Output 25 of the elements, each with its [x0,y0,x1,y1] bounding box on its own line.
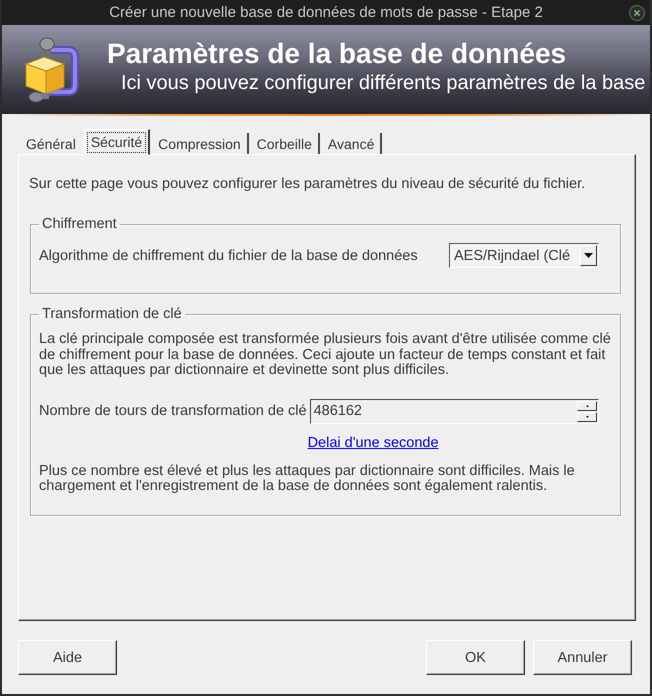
field-label: Nombre de tours de transformation de clé [39,403,307,419]
tab[interactable]: Compression [150,133,249,154]
tab[interactable]: Sécurité [84,129,150,155]
header-title: Paramètres de la base de données [107,38,568,70]
note-text: Plus ce nombre est élevé et plus les attaques par dictionnaire sont difficiles. Mais le chargement et l'enregistrement de la base de données sont également ralentis. [39,464,576,494]
delay-link[interactable]: Delai d'une seconde [308,434,439,450]
tab[interactable]: Avancé [320,133,382,154]
header-subtitle: Ici vous pouvez configurer différents paramètres de la base [121,71,646,95]
tab[interactable]: Général [18,133,84,154]
dialog-button[interactable]: Aide [18,640,117,675]
caret-icon[interactable] [580,245,597,266]
spin-up-icon[interactable] [577,400,597,410]
rounds-spinbox[interactable]: 486162 [310,398,599,424]
tab[interactable]: Corbeille [248,133,320,154]
field-label: Algorithme de chiffrement du fichier de la base de données [39,248,418,264]
close-icon[interactable] [629,4,645,20]
group-title: Chiffrement [41,216,118,232]
intro-text: Sur cette page vous pouvez configurer les paramètres du niveau de sécurité du fichier. [29,176,586,192]
dialog-button[interactable]: OK [426,640,525,675]
window-title: Créer une nouvelle base de données de mots de passe - Etape 2 [109,4,543,21]
spin-down-icon[interactable] [577,412,597,422]
dialog-button[interactable]: Annuler [533,640,632,675]
algorithm-dropdown[interactable]: AES/Rijndael (Clé [449,243,599,268]
group-title: Transformation de clé [41,306,183,322]
description-text: La clé principale composée est transformée plusieurs fois avant d'être utilisée comme clé de chiffrement pour la base de données. Ceci ajoute un facteur de temps constant et fait que les attaques par dictionnaire et devinette sont plus difficiles. [39,332,612,378]
